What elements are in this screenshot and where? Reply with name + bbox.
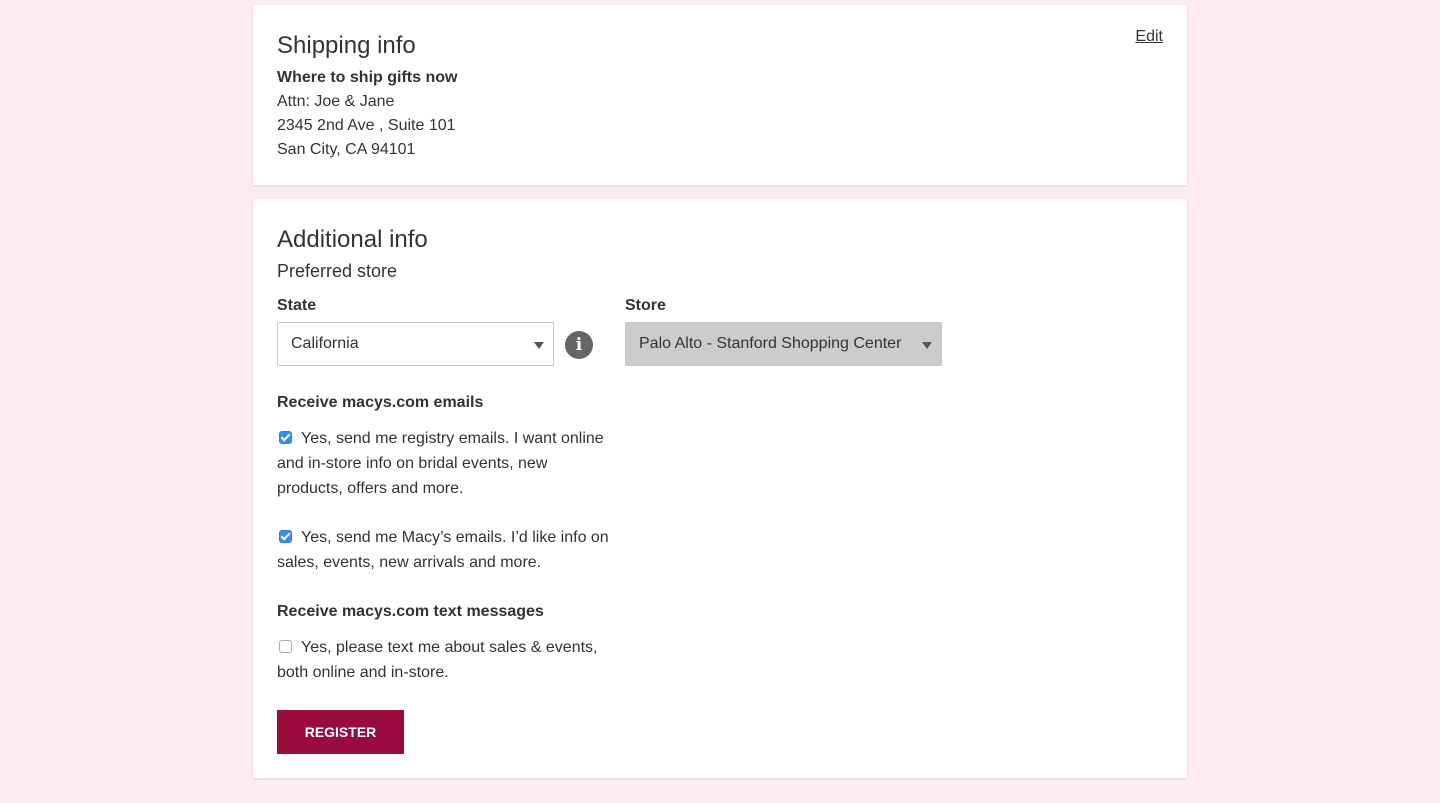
chevron-down-icon xyxy=(922,342,932,349)
attn-line: Attn: Joe & Jane xyxy=(277,93,395,110)
state-select[interactable]: California xyxy=(277,322,554,366)
address-line: 2345 2nd Ave , Suite 101 xyxy=(277,117,456,134)
store-select[interactable]: Palo Alto - Stanford Shopping Center xyxy=(625,322,942,366)
macys-emails-checkbox[interactable] xyxy=(279,530,292,543)
registry-emails-option: Yes, send me registry emails. I want onl… xyxy=(277,426,617,501)
edit-shipping-link[interactable]: Edit xyxy=(1135,28,1163,46)
shipping-info-title: Shipping info xyxy=(277,32,416,59)
ship-gifts-heading: Where to ship gifts now xyxy=(277,69,458,86)
registry-emails-label: Yes, send me registry emails. I want onl… xyxy=(277,430,604,497)
register-button[interactable]: REGISTER xyxy=(277,710,404,754)
texts-option: Yes, please text me about sales & events… xyxy=(277,635,617,685)
store-label: Store xyxy=(625,297,666,314)
additional-info-card: Additional info Preferred store State Ca… xyxy=(253,199,1187,778)
city-line: San City, CA 94101 xyxy=(277,141,416,158)
shipping-info-card: Shipping info Edit Where to ship gifts n… xyxy=(253,5,1187,185)
state-select-value: California xyxy=(291,335,359,352)
chevron-down-icon xyxy=(534,342,544,349)
info-icon[interactable]: i xyxy=(565,331,593,359)
texts-label: Yes, please text me about sales & events… xyxy=(277,639,598,681)
texts-checkbox[interactable] xyxy=(279,640,292,653)
additional-info-title: Additional info xyxy=(277,226,428,253)
macys-emails-option: Yes, send me Macy’s emails. I’d like inf… xyxy=(277,525,617,575)
emails-heading: Receive macys.com emails xyxy=(277,394,484,411)
state-label: State xyxy=(277,297,317,314)
preferred-store-heading: Preferred store xyxy=(277,261,398,281)
texts-heading: Receive macys.com text messages xyxy=(277,603,544,620)
registry-emails-checkbox[interactable] xyxy=(279,431,292,444)
store-select-value: Palo Alto - Stanford Shopping Center xyxy=(639,335,902,352)
macys-emails-label: Yes, send me Macy’s emails. I’d like inf… xyxy=(277,529,609,571)
